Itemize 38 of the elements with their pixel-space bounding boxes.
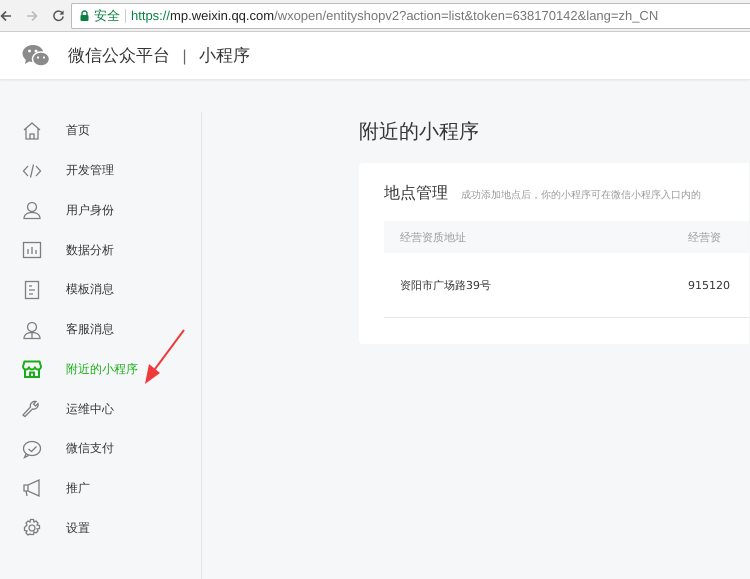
sidebar-item[interactable]: 模板消息 bbox=[0, 270, 201, 310]
sidebar-item[interactable]: 开发管理 bbox=[0, 150, 201, 190]
lock-icon bbox=[80, 10, 89, 21]
column-header: 经营资 bbox=[688, 230, 722, 244]
table-cell-text: 资阳市广场路39号 bbox=[399, 278, 492, 292]
product-title: 小程序 bbox=[199, 45, 250, 67]
store-icon bbox=[22, 359, 42, 380]
document-icon bbox=[22, 280, 42, 300]
card-hint: 成功添加地点后，你的小程序可在微信小程序入口内的 bbox=[461, 188, 701, 202]
back-icon[interactable] bbox=[0, 10, 12, 22]
card-title: 地点管理 bbox=[384, 183, 448, 204]
person-icon bbox=[22, 200, 42, 220]
sidebar-item[interactable]: 推广 bbox=[0, 468, 201, 508]
address-field[interactable]: 安全 https://mp.weixin.qq.com/wxopen/entityshopv2?action=list&token=638170142&lang=zh_CN bbox=[71, 2, 750, 28]
sidebar-item[interactable]: 设置 bbox=[0, 508, 201, 548]
wrench-icon bbox=[22, 399, 42, 419]
reload-icon[interactable] bbox=[52, 9, 65, 22]
checkmark-bubble-icon bbox=[22, 438, 42, 459]
megaphone-icon bbox=[22, 478, 42, 498]
gear-icon bbox=[22, 518, 42, 538]
sidebar-item[interactable]: 首页 bbox=[0, 111, 201, 151]
home-icon bbox=[22, 120, 42, 141]
sidebar-item[interactable]: 客服消息 bbox=[0, 310, 201, 350]
bar-chart-icon bbox=[22, 240, 42, 260]
column-header: 经营资质地址 bbox=[399, 230, 467, 244]
sidebar-item[interactable]: 数据分析 bbox=[0, 230, 201, 270]
page-title: 附近的小程序 bbox=[359, 118, 480, 145]
sidebar-item[interactable]: 微信支付 bbox=[0, 428, 201, 469]
security-label: 安全 bbox=[94, 6, 120, 24]
sidebar-item[interactable]: 运维中心 bbox=[0, 389, 201, 429]
table-cell-text: 915120 bbox=[688, 278, 731, 292]
platform-title: 微信公众平台 bbox=[68, 45, 170, 67]
sidebar-item[interactable]: 用户身份 bbox=[0, 190, 201, 230]
title-separator: | bbox=[182, 46, 188, 64]
chat-bubbles-icon bbox=[22, 44, 50, 68]
arrow-annotation bbox=[143, 329, 185, 387]
url-text: https://mp.weixin.qq.com/wxopen/entityshopv2?action=list&token=638170142&lang=zh_CN bbox=[131, 8, 658, 23]
customer-service-icon bbox=[22, 320, 42, 340]
